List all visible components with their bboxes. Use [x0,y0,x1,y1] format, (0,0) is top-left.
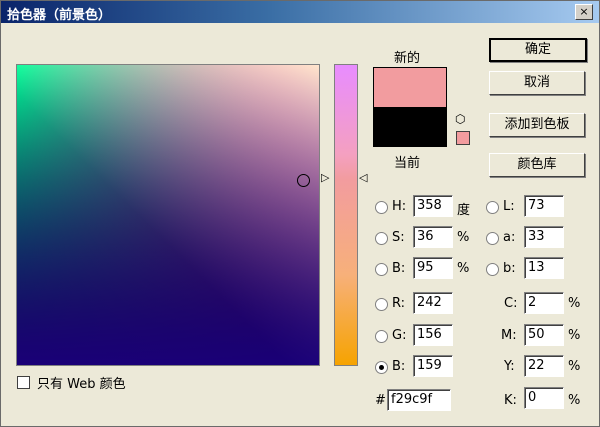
title-bar[interactable]: 拾色器（前景色） × [1,1,599,23]
b-hsb-label: B: [392,261,406,276]
r-label: R: [392,296,406,311]
m-unit: % [568,328,581,343]
new-color-label: 新的 [394,51,421,66]
r-input[interactable]: 242 [413,292,453,314]
k-unit: % [568,393,581,408]
c-unit: % [568,296,581,311]
hex-label: # [375,393,386,408]
h-unit: 度 [457,203,471,218]
b-hsb-unit: % [457,261,470,276]
c-input[interactable]: 2 [524,292,564,314]
slider-right-arrow-icon[interactable]: ◁ [359,171,367,184]
h-label: H: [392,199,407,214]
close-icon[interactable]: × [575,4,593,20]
s-label: S: [392,230,405,245]
a-label: a: [503,230,516,245]
add-to-swatches-button[interactable]: 添加到色板 [489,113,585,137]
h-input[interactable]: 358 [413,195,453,217]
b-lab-input[interactable]: 13 [524,257,564,279]
radio-r[interactable] [375,298,388,311]
m-label: M: [501,328,517,343]
radio-b-hsb[interactable] [375,263,388,276]
color-slider[interactable] [334,64,358,366]
m-input[interactable]: 50 [524,324,564,346]
b-rgb-input[interactable]: 159 [413,355,453,377]
cancel-button[interactable]: 取消 [489,71,585,95]
radio-s[interactable] [375,232,388,245]
l-label: L: [503,199,515,214]
g-input[interactable]: 156 [413,324,453,346]
g-label: G: [392,328,407,343]
color-field-marker[interactable] [297,174,310,187]
a-input[interactable]: 33 [524,226,564,248]
new-color-swatch [373,67,447,108]
radio-b-rgb[interactable] [375,361,388,374]
radio-a[interactable] [486,232,499,245]
slider-left-arrow-icon[interactable]: ▷ [321,171,329,184]
hex-input[interactable]: f29c9f [387,389,451,411]
s-input[interactable]: 36 [413,226,453,248]
radio-g[interactable] [375,330,388,343]
radio-l[interactable] [486,201,499,214]
radio-b-lab[interactable] [486,263,499,276]
c-label: C: [504,296,518,311]
s-unit: % [457,230,470,245]
window-title: 拾色器（前景色） [7,8,112,23]
color-field[interactable] [16,64,320,366]
ok-button[interactable]: 确定 [489,38,587,62]
k-label: K: [504,393,517,408]
web-colors-only-label: 只有 Web 颜色 [37,377,126,392]
b-rgb-label: B: [392,359,406,374]
y-label: Y: [504,359,515,374]
gamut-warning-cube-icon[interactable]: ⬡ [455,112,465,126]
current-color-label: 当前 [394,156,421,171]
y-unit: % [568,359,581,374]
color-libraries-button[interactable]: 颜色库 [489,153,585,177]
b-hsb-input[interactable]: 95 [413,257,453,279]
gamut-color-chip[interactable] [456,131,470,145]
k-input[interactable]: 0 [524,387,564,409]
web-colors-only-checkbox[interactable] [17,376,30,389]
y-input[interactable]: 22 [524,355,564,377]
b-lab-label: b: [503,261,516,276]
color-picker-dialog: 拾色器（前景色） × ▷ ◁ 新的 当前 ⬡ 确定 取消 添加到色板 颜色库 H… [0,0,600,427]
current-color-swatch[interactable] [373,107,447,147]
radio-h[interactable] [375,201,388,214]
color-field-dark-layer [17,65,319,365]
l-input[interactable]: 73 [524,195,564,217]
